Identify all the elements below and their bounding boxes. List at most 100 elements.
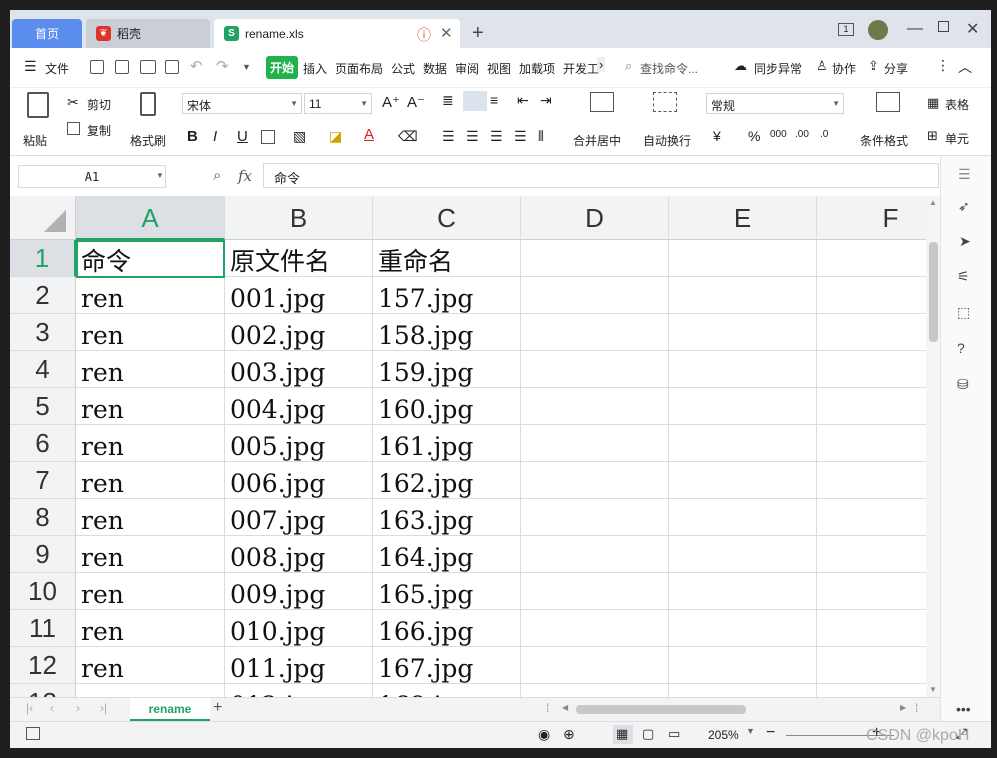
cell-b7[interactable]: 006.jpg <box>225 462 373 499</box>
indent-left-icon[interactable]: ⇤ <box>517 92 529 109</box>
cell-c12[interactable]: 167.jpg <box>373 647 521 684</box>
column-header-d[interactable]: D <box>521 196 669 240</box>
split-handle-icon[interactable]: ⁞ <box>546 701 549 715</box>
cell-b13[interactable]: 012.jpg <box>225 684 373 697</box>
fill-color-icon[interactable]: ◪ <box>329 128 342 145</box>
paste-icon[interactable] <box>27 92 49 118</box>
close-window-icon[interactable]: ✕ <box>966 19 979 39</box>
cell-b5[interactable]: 004.jpg <box>225 388 373 425</box>
scroll-down-icon[interactable]: ▼ <box>929 685 937 694</box>
menu-insert[interactable]: 插入 <box>303 60 327 77</box>
tab-home[interactable]: 首页 <box>12 19 82 48</box>
cell-d12[interactable] <box>521 647 669 684</box>
cell-d10[interactable] <box>521 573 669 610</box>
normal-view-button[interactable]: ▦ <box>613 725 633 744</box>
column-header-a[interactable]: A <box>76 196 225 240</box>
copy-button[interactable]: 复制 <box>87 122 111 139</box>
sheet-grid[interactable]: ABCDEF 1 命令 原文件名 重命名 2 ren 001.jpg 157.jpg 3 ren 0… <box>10 196 926 697</box>
indent-right-icon[interactable]: ⇥ <box>540 92 552 109</box>
menu-page-layout[interactable]: 页面布局 <box>335 60 383 77</box>
thousands-icon[interactable]: 000 <box>770 129 787 140</box>
eraser-icon[interactable]: ⌫ <box>398 128 418 145</box>
eye-protect-icon[interactable]: ◉ <box>538 726 550 743</box>
collapse-ribbon-icon[interactable]: ︿ <box>958 57 972 77</box>
menu-start[interactable]: 开始 <box>266 56 299 79</box>
row-header[interactable]: 13 <box>10 684 76 697</box>
row-header[interactable]: 12 <box>10 647 76 684</box>
cursor-icon[interactable]: ➤ <box>959 233 971 250</box>
cell-e9[interactable] <box>669 536 817 573</box>
rocket-icon[interactable]: ➶ <box>958 198 970 215</box>
row-header[interactable]: 11 <box>10 610 76 647</box>
print-icon[interactable] <box>140 60 156 74</box>
cell-e7[interactable] <box>669 462 817 499</box>
cell-a5[interactable]: ren <box>76 388 225 425</box>
vertical-scrollbar[interactable]: ▲ ▼ <box>926 196 940 697</box>
row-header[interactable]: 4 <box>10 351 76 388</box>
cell-f7[interactable] <box>817 462 926 499</box>
cell-a6[interactable]: ren <box>76 425 225 462</box>
cell-a7[interactable]: ren <box>76 462 225 499</box>
print-preview-icon[interactable] <box>165 60 179 74</box>
font-size-select[interactable]: 11 ▼ <box>304 93 372 114</box>
formula-input[interactable]: 命令 <box>263 163 939 188</box>
cell-c5[interactable]: 160.jpg <box>373 388 521 425</box>
undo-icon[interactable]: ↶ <box>190 57 203 75</box>
sidebar-menu-icon[interactable]: ☰ <box>958 166 971 183</box>
cell-a4[interactable]: ren <box>76 351 225 388</box>
align-middle-icon[interactable] <box>463 91 487 111</box>
maximize-icon[interactable] <box>938 21 949 32</box>
cell-c8[interactable]: 163.jpg <box>373 499 521 536</box>
font-color-icon[interactable]: A <box>364 126 374 143</box>
name-box[interactable]: A1 <box>18 165 166 188</box>
align-top-icon[interactable]: ≣ <box>442 92 454 109</box>
currency-icon[interactable]: ¥ <box>713 128 721 144</box>
conditional-format-button[interactable]: 条件格式 <box>860 132 908 149</box>
table-style-icon[interactable]: ▦ <box>927 95 939 111</box>
format-painter-button[interactable]: 格式刷 <box>130 132 166 149</box>
cell-d2[interactable] <box>521 277 669 314</box>
menu-addins[interactable]: 加载项 <box>519 60 555 77</box>
distribute-icon[interactable]: ⫴ <box>538 128 544 145</box>
cell-f9[interactable] <box>817 536 926 573</box>
cell-d9[interactable] <box>521 536 669 573</box>
italic-button[interactable]: I <box>213 128 217 145</box>
row-header[interactable]: 9 <box>10 536 76 573</box>
row-header[interactable]: 7 <box>10 462 76 499</box>
row-header[interactable]: 2 <box>10 277 76 314</box>
wrap-text-button[interactable]: 自动换行 <box>643 132 691 149</box>
underline-button[interactable]: U <box>237 128 248 145</box>
sheet-tab-rename[interactable]: rename <box>130 698 210 721</box>
new-tab-button[interactable]: + <box>472 22 484 45</box>
backup-icon[interactable]: ⛁ <box>957 376 969 393</box>
cell-a12[interactable]: ren <box>76 647 225 684</box>
cell-d13[interactable] <box>521 684 669 697</box>
cell-e10[interactable] <box>669 573 817 610</box>
cell-b1[interactable]: 原文件名 <box>225 240 373 277</box>
cell-e3[interactable] <box>669 314 817 351</box>
hsplit-handle-icon[interactable]: ⁞ <box>915 701 918 715</box>
help-icon[interactable]: ? <box>957 340 965 356</box>
cell-b12[interactable]: 011.jpg <box>225 647 373 684</box>
cell-b10[interactable]: 009.jpg <box>225 573 373 610</box>
cell-tools-button[interactable]: 单元 <box>945 130 969 147</box>
cell-a11[interactable]: ren <box>76 610 225 647</box>
cell-f13[interactable] <box>817 684 926 697</box>
cell-e1[interactable] <box>669 240 817 277</box>
merge-center-icon[interactable] <box>590 92 614 112</box>
row-header[interactable]: 1 <box>10 240 76 277</box>
scroll-up-icon[interactable]: ▲ <box>929 198 937 207</box>
align-bottom-icon[interactable]: ≡ <box>490 92 498 108</box>
cell-f10[interactable] <box>817 573 926 610</box>
format-painter-icon[interactable] <box>140 92 156 116</box>
hamburger-icon[interactable]: ☰ <box>24 58 37 75</box>
prev-sheet-icon[interactable]: ‹ <box>50 701 54 715</box>
cell-e6[interactable] <box>669 425 817 462</box>
window-count-icon[interactable]: 1 <box>838 23 854 36</box>
cell-d5[interactable] <box>521 388 669 425</box>
row-header[interactable]: 10 <box>10 573 76 610</box>
cell-b8[interactable]: 007.jpg <box>225 499 373 536</box>
cell-b11[interactable]: 010.jpg <box>225 610 373 647</box>
cell-e8[interactable] <box>669 499 817 536</box>
save-icon[interactable] <box>90 60 104 74</box>
